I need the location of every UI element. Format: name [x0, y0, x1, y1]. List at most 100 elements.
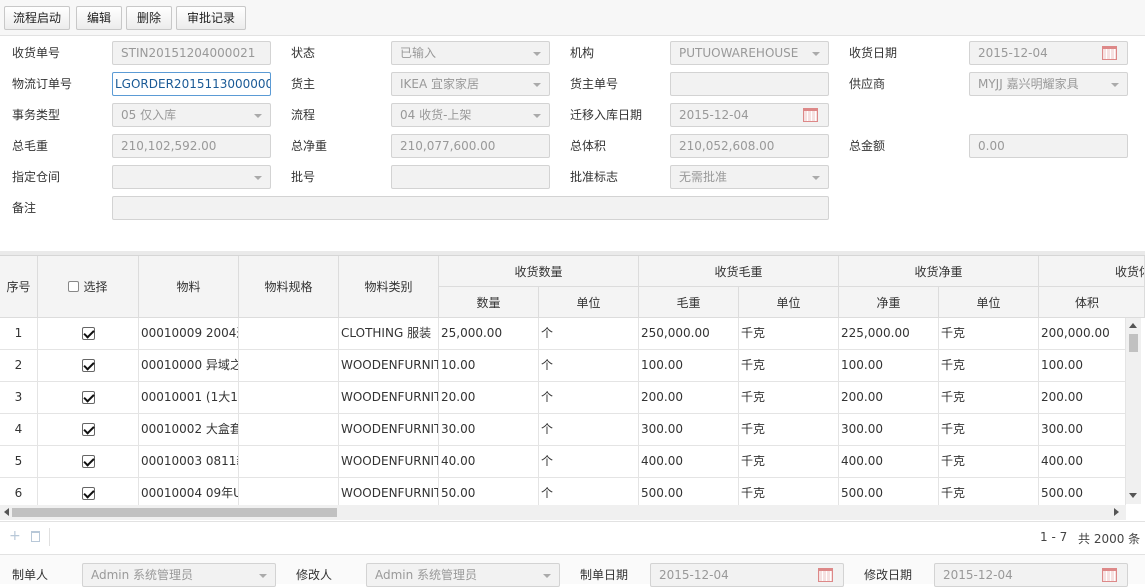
- row-select-cell[interactable]: [38, 350, 139, 382]
- row-material[interactable]: 00010003 0811新: [139, 446, 239, 478]
- vertical-scrollbar[interactable]: [1126, 318, 1141, 504]
- row-net[interactable]: 400.00: [839, 446, 939, 478]
- row-qty-unit[interactable]: 个: [539, 382, 639, 414]
- row-qty[interactable]: 40.00: [439, 446, 539, 478]
- row-checkbox[interactable]: [81, 487, 95, 500]
- scroll-right-icon[interactable]: [1114, 508, 1119, 516]
- row-category[interactable]: WOODENFURNIT: [339, 350, 439, 382]
- row-spec[interactable]: [239, 382, 339, 414]
- scroll-up-icon[interactable]: [1129, 323, 1137, 328]
- status-select[interactable]: 已输入: [391, 41, 550, 65]
- row-spec[interactable]: [239, 350, 339, 382]
- row-gross-unit[interactable]: 千克: [739, 414, 839, 446]
- row-net-unit[interactable]: 千克: [939, 382, 1039, 414]
- row-select-cell[interactable]: [38, 318, 139, 350]
- row-net[interactable]: 200.00: [839, 382, 939, 414]
- row-category[interactable]: WOODENFURNIT: [339, 382, 439, 414]
- supplier-select[interactable]: MYJJ 嘉兴明耀家具: [969, 72, 1128, 96]
- row-gross-unit[interactable]: 千克: [739, 382, 839, 414]
- row-category[interactable]: WOODENFURNIT: [339, 446, 439, 478]
- row-qty[interactable]: 25,000.00: [439, 318, 539, 350]
- scroll-left-icon[interactable]: [4, 508, 9, 516]
- calendar-icon[interactable]: [1102, 46, 1117, 60]
- row-material[interactable]: 00010000 异域之: [139, 350, 239, 382]
- modify-date-field[interactable]: 2015-12-04: [934, 563, 1128, 587]
- modifier-select[interactable]: Admin 系统管理员: [366, 563, 560, 587]
- row-net-unit[interactable]: 千克: [939, 350, 1039, 382]
- migrate-date-field[interactable]: 2015-12-04: [670, 103, 829, 127]
- row-select-cell[interactable]: [38, 382, 139, 414]
- horizontal-scrollbar[interactable]: [0, 505, 1126, 520]
- warehouse-select[interactable]: [112, 165, 271, 189]
- row-vol[interactable]: 400.00: [1039, 446, 1126, 478]
- scroll-down-icon[interactable]: [1129, 493, 1137, 498]
- trans-type-select[interactable]: 05 仅入库: [112, 103, 271, 127]
- row-qty-unit[interactable]: 个: [539, 446, 639, 478]
- process-select[interactable]: 04 收货-上架: [391, 103, 550, 127]
- row-net-unit[interactable]: 千克: [939, 446, 1039, 478]
- calendar-icon[interactable]: [803, 108, 818, 122]
- remark-input[interactable]: [112, 196, 829, 220]
- row-gross[interactable]: 250,000.00: [639, 318, 739, 350]
- receipt-date-field[interactable]: 2015-12-04: [969, 41, 1128, 65]
- row-qty-unit[interactable]: 个: [539, 350, 639, 382]
- owner-select[interactable]: IKEA 宜家家居: [391, 72, 550, 96]
- row-gross[interactable]: 200.00: [639, 382, 739, 414]
- creator-select[interactable]: Admin 系统管理员: [82, 563, 276, 587]
- row-gross[interactable]: 300.00: [639, 414, 739, 446]
- row-spec[interactable]: [239, 414, 339, 446]
- row-net[interactable]: 300.00: [839, 414, 939, 446]
- row-qty-unit[interactable]: 个: [539, 318, 639, 350]
- volume-field[interactable]: 210,052,608.00: [670, 134, 829, 158]
- row-gross[interactable]: 400.00: [639, 446, 739, 478]
- horizontal-scroll-thumb[interactable]: [12, 508, 337, 517]
- row-qty[interactable]: 20.00: [439, 382, 539, 414]
- batch-input[interactable]: [391, 165, 550, 189]
- row-checkbox[interactable]: [81, 359, 95, 372]
- row-checkbox[interactable]: [81, 423, 95, 436]
- col-select-header[interactable]: 选择: [38, 256, 139, 318]
- row-qty-unit[interactable]: 个: [539, 414, 639, 446]
- row-vol[interactable]: 200,000.00: [1039, 318, 1126, 350]
- owner-order-input[interactable]: [670, 72, 829, 96]
- select-all-checkbox[interactable]: [68, 281, 80, 292]
- row-gross-unit[interactable]: 千克: [739, 318, 839, 350]
- row-gross-unit[interactable]: 千克: [739, 446, 839, 478]
- org-select[interactable]: PUTUOWAREHOUSE: [670, 41, 829, 65]
- row-material[interactable]: 00010002 大盒套: [139, 414, 239, 446]
- delete-button[interactable]: 删除: [126, 6, 172, 30]
- row-select-cell[interactable]: [38, 446, 139, 478]
- row-spec[interactable]: [239, 446, 339, 478]
- row-net[interactable]: 225,000.00: [839, 318, 939, 350]
- row-material[interactable]: 00010001 (1大1小: [139, 382, 239, 414]
- receipt-no-field[interactable]: STIN20151204000021: [112, 41, 271, 65]
- row-net-unit[interactable]: 千克: [939, 414, 1039, 446]
- row-vol[interactable]: 100.00: [1039, 350, 1126, 382]
- row-qty[interactable]: 30.00: [439, 414, 539, 446]
- vertical-scroll-thumb[interactable]: [1129, 334, 1138, 352]
- row-spec[interactable]: [239, 318, 339, 350]
- row-vol[interactable]: 300.00: [1039, 414, 1126, 446]
- approval-flag-select[interactable]: 无需批准: [670, 165, 829, 189]
- row-gross[interactable]: 100.00: [639, 350, 739, 382]
- approval-log-button[interactable]: 审批记录: [176, 6, 246, 30]
- start-flow-button[interactable]: 流程启动: [4, 6, 70, 30]
- row-gross-unit[interactable]: 千克: [739, 350, 839, 382]
- row-category[interactable]: WOODENFURNIT: [339, 414, 439, 446]
- edit-button[interactable]: 编辑: [76, 6, 122, 30]
- gross-weight-field[interactable]: 210,102,592.00: [112, 134, 271, 158]
- calendar-icon[interactable]: [1102, 568, 1117, 582]
- trash-icon[interactable]: [31, 531, 40, 542]
- row-net[interactable]: 100.00: [839, 350, 939, 382]
- row-checkbox[interactable]: [81, 391, 95, 404]
- amount-field[interactable]: 0.00: [969, 134, 1128, 158]
- net-weight-field[interactable]: 210,077,600.00: [391, 134, 550, 158]
- row-vol[interactable]: 200.00: [1039, 382, 1126, 414]
- row-net-unit[interactable]: 千克: [939, 318, 1039, 350]
- row-qty[interactable]: 10.00: [439, 350, 539, 382]
- row-checkbox[interactable]: [81, 327, 95, 340]
- row-select-cell[interactable]: [38, 414, 139, 446]
- row-material[interactable]: 00010009 2004达: [139, 318, 239, 350]
- calendar-icon[interactable]: [818, 568, 833, 582]
- row-category[interactable]: CLOTHING 服装: [339, 318, 439, 350]
